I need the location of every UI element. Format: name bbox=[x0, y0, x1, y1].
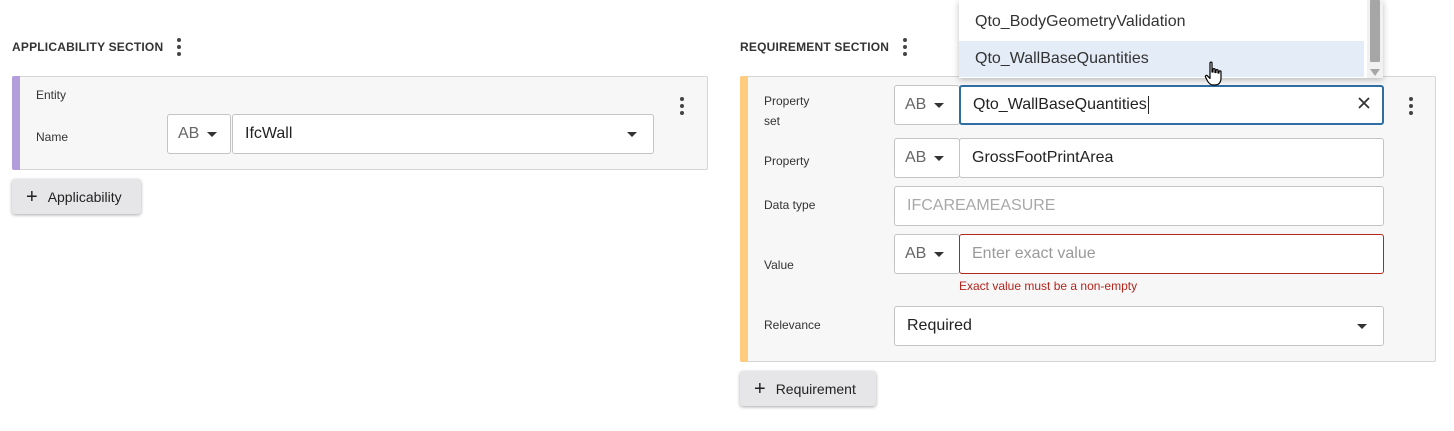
property-set-label-line2: set bbox=[764, 114, 781, 128]
plus-icon: + bbox=[754, 377, 766, 400]
chevron-down-icon bbox=[934, 102, 945, 108]
relevance-select-value: Required bbox=[907, 317, 972, 334]
dropdown-scrollbar[interactable] bbox=[1367, 0, 1383, 78]
name-select[interactable]: IfcWall bbox=[232, 114, 654, 154]
applicability-card-accent bbox=[12, 76, 20, 170]
property-set-autocomplete-list: Qto_BodyGeometryValidation Qto_WallBaseQ… bbox=[959, 0, 1383, 78]
requirement-card-menu-icon[interactable] bbox=[1403, 96, 1419, 116]
property-input-value: GrossFootPrintArea bbox=[972, 149, 1114, 166]
relevance-label: Relevance bbox=[764, 318, 821, 332]
data-type-value: IFCAREAMEASURE bbox=[907, 197, 1056, 214]
name-select-value: IfcWall bbox=[245, 125, 293, 142]
add-applicability-label: Applicability bbox=[47, 188, 122, 205]
value-error-message: Exact value must be a non-empty bbox=[959, 279, 1138, 293]
requirement-section-title: REQUIREMENT SECTION bbox=[740, 40, 890, 54]
property-set-input[interactable]: Qto_WallBaseQuantities bbox=[959, 85, 1384, 125]
property-set-type-selector[interactable]: AB bbox=[894, 85, 960, 125]
scroll-down-arrow-icon[interactable] bbox=[1370, 69, 1380, 76]
autocomplete-option-selected[interactable]: Qto_WallBaseQuantities bbox=[959, 41, 1364, 77]
add-requirement-button[interactable]: + Requirement bbox=[740, 371, 876, 406]
chevron-down-icon bbox=[1357, 324, 1367, 329]
requirement-section-menu-icon[interactable] bbox=[897, 37, 913, 57]
chevron-down-icon bbox=[207, 131, 218, 137]
requirement-card: Property set AB Qto_WallBaseQuantities P… bbox=[740, 76, 1436, 362]
property-set-input-value: Qto_WallBaseQuantities bbox=[973, 96, 1147, 113]
chevron-down-icon bbox=[934, 155, 945, 161]
value-input-placeholder: Enter exact value bbox=[972, 245, 1096, 262]
applicability-section-title: APPLICABILITY SECTION bbox=[12, 40, 164, 54]
name-label: Name bbox=[36, 130, 69, 144]
property-set-type-label: AB bbox=[905, 96, 927, 113]
data-type-label: Data type bbox=[764, 198, 816, 212]
value-type-selector[interactable]: AB bbox=[894, 234, 960, 274]
hand-pointer-cursor-icon bbox=[1204, 61, 1224, 92]
name-type-selector-label: AB bbox=[178, 125, 200, 142]
applicability-section-menu-icon[interactable] bbox=[171, 37, 187, 57]
plus-icon: + bbox=[26, 185, 38, 208]
relevance-select[interactable]: Required bbox=[894, 306, 1384, 346]
applicability-card: Entity Name AB IfcWall bbox=[12, 76, 708, 170]
data-type-field: IFCAREAMEASURE bbox=[894, 186, 1384, 226]
property-set-label-line1: Property bbox=[764, 94, 810, 108]
property-label: Property bbox=[764, 154, 810, 168]
property-type-selector[interactable]: AB bbox=[894, 138, 960, 178]
requirement-card-accent bbox=[740, 76, 748, 362]
chevron-down-icon bbox=[627, 132, 637, 137]
add-applicability-button[interactable]: + Applicability bbox=[12, 179, 141, 214]
name-type-selector[interactable]: AB bbox=[167, 114, 231, 154]
property-type-label: AB bbox=[905, 149, 927, 166]
value-label: Value bbox=[764, 258, 794, 272]
entity-label: Entity bbox=[36, 88, 67, 102]
value-type-label: AB bbox=[905, 245, 927, 262]
dropdown-scrollbar-thumb[interactable] bbox=[1370, 0, 1380, 62]
close-icon[interactable] bbox=[1358, 96, 1370, 114]
add-requirement-label: Requirement bbox=[775, 380, 856, 397]
text-cursor bbox=[1147, 96, 1149, 114]
property-input[interactable]: GrossFootPrintArea bbox=[959, 138, 1384, 178]
value-input[interactable]: Enter exact value bbox=[959, 234, 1384, 274]
chevron-down-icon bbox=[934, 251, 945, 257]
applicability-card-menu-icon[interactable] bbox=[674, 96, 690, 116]
autocomplete-option[interactable]: Qto_BodyGeometryValidation bbox=[959, 4, 1364, 40]
